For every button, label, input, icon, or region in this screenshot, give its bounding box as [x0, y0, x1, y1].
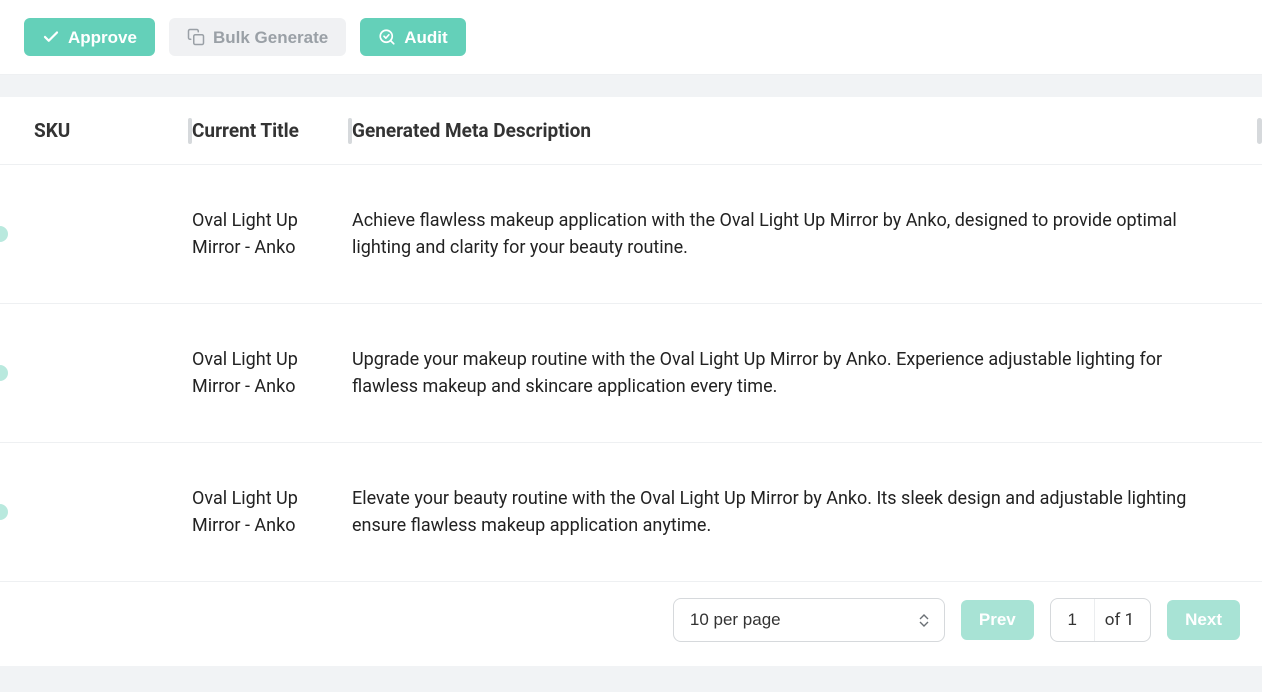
bulk-generate-label: Bulk Generate — [213, 29, 328, 46]
prev-button[interactable]: Prev — [961, 600, 1034, 640]
copy-icon — [187, 28, 205, 46]
stepper-icon[interactable] — [919, 611, 933, 629]
cell-desc: Upgrade your makeup routine with the Ova… — [352, 346, 1262, 400]
total-pages-label: of 1 — [1105, 610, 1134, 630]
search-check-icon — [378, 28, 396, 46]
row-indicator-icon — [0, 226, 8, 242]
audit-button[interactable]: Audit — [360, 18, 465, 56]
check-icon — [42, 28, 60, 46]
header-generated-desc[interactable]: Generated Meta Description — [352, 119, 1262, 142]
per-page-select[interactable] — [673, 598, 945, 642]
toolbar: Approve Bulk Generate Audit — [0, 0, 1262, 75]
header-sku[interactable]: SKU — [34, 119, 192, 142]
pagination-bar: Prev of 1 Next — [0, 582, 1262, 666]
header-current-title[interactable]: Current Title — [192, 119, 352, 142]
table-header-row: SKU Current Title Generated Meta Descrip… — [0, 97, 1262, 165]
page-indicator: of 1 — [1050, 598, 1151, 642]
bulk-generate-button[interactable]: Bulk Generate — [169, 18, 346, 56]
approve-button[interactable]: Approve — [24, 18, 155, 56]
table-row[interactable]: Oval Light Up Mirror - Anko Achieve flaw… — [0, 165, 1262, 304]
cell-title: Oval Light Up Mirror - Anko — [192, 485, 352, 539]
header-title-label: Current Title — [192, 119, 299, 142]
next-button[interactable]: Next — [1167, 600, 1240, 640]
audit-label: Audit — [404, 29, 447, 46]
header-desc-label: Generated Meta Description — [352, 119, 591, 142]
row-indicator-icon — [0, 365, 8, 381]
header-sku-label: SKU — [34, 119, 70, 142]
per-page-display[interactable] — [673, 598, 945, 642]
current-page-input[interactable] — [1051, 599, 1095, 641]
approve-label: Approve — [68, 29, 137, 46]
cell-title: Oval Light Up Mirror - Anko — [192, 346, 352, 400]
column-resize-handle[interactable] — [1257, 118, 1262, 144]
table-row[interactable]: Oval Light Up Mirror - Anko Upgrade your… — [0, 304, 1262, 443]
cell-title: Oval Light Up Mirror - Anko — [192, 207, 352, 261]
row-indicator-icon — [0, 504, 8, 520]
cell-desc: Elevate your beauty routine with the Ova… — [352, 485, 1262, 539]
cell-desc: Achieve flawless makeup application with… — [352, 207, 1262, 261]
data-table: SKU Current Title Generated Meta Descrip… — [0, 97, 1262, 666]
table-row[interactable]: Oval Light Up Mirror - Anko Elevate your… — [0, 443, 1262, 582]
